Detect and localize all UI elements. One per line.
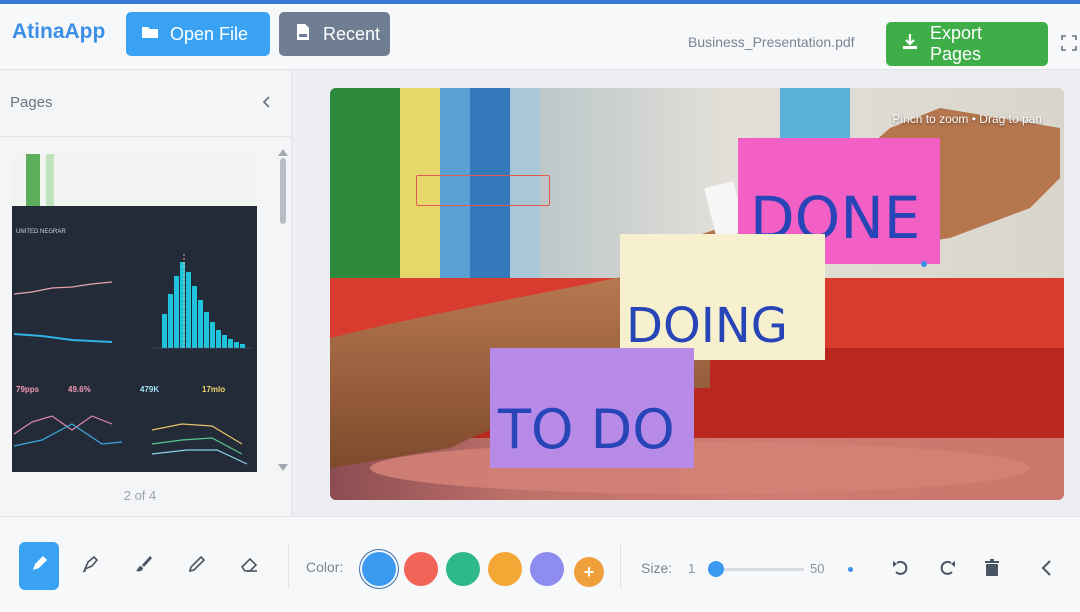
collapse-toolbar-button[interactable]: [1036, 557, 1058, 579]
canvas-area: DONE DOING TO DO Pinch to zoom • Drag to…: [292, 70, 1080, 516]
page-indicator: 2 of 4: [123, 488, 157, 503]
size-slider-knob[interactable]: [708, 561, 724, 577]
recent-label: Recent: [323, 23, 381, 44]
kpi-1: 79pps: [16, 385, 40, 394]
sidebar-scrollbar[interactable]: [276, 144, 290, 471]
color-swatch-purple[interactable]: [530, 552, 564, 586]
size-max-value: 50: [810, 561, 825, 576]
pages-sidebar: Pages UNITED NEGRAR 79pps 49.6% 479K 17m…: [0, 70, 292, 516]
brush-tool-button[interactable]: [124, 542, 164, 590]
recent-button[interactable]: Recent: [279, 12, 390, 56]
kpi-3: 479K: [140, 385, 159, 394]
scroll-down-arrow-icon[interactable]: [277, 460, 289, 471]
redo-button[interactable]: [936, 557, 958, 579]
header-bar: AtinaApp Open File Recent Business_Prese…: [0, 4, 1080, 70]
delete-button[interactable]: [981, 557, 1003, 579]
color-swatch-red[interactable]: [404, 552, 438, 586]
export-pages-label: Export Pages: [930, 23, 983, 64]
pencil-icon: [187, 554, 207, 579]
size-label: Size:: [641, 560, 673, 576]
marker-tool-button[interactable]: [70, 542, 110, 590]
note-todo-text: TO DO: [497, 398, 675, 461]
color-swatch-green[interactable]: [446, 552, 480, 586]
scroll-up-arrow-icon[interactable]: [277, 144, 289, 156]
pdf-file-icon: [293, 22, 313, 47]
redo-icon: [936, 560, 958, 583]
export-pages-button[interactable]: Export Pages: [886, 22, 1048, 66]
color-swatch-blue[interactable]: [362, 552, 396, 586]
undo-button[interactable]: [890, 557, 912, 579]
pen-tool-button[interactable]: [19, 542, 59, 590]
document-filename: Business_Presentation.pdf: [688, 34, 855, 50]
sidebar-title: Pages: [10, 94, 53, 111]
folder-icon: [140, 22, 160, 47]
thumbnail-image: UNITED NEGRAR 79pps 49.6% 479K 17mlo: [12, 154, 257, 472]
thumbnail-dashboard-title: UNITED NEGRAR: [16, 229, 66, 235]
brush-size-preview-dot: [848, 567, 853, 572]
add-color-button[interactable]: +: [574, 557, 604, 587]
collapse-sidebar-icon[interactable]: [258, 94, 274, 110]
eraser-tool-button[interactable]: [229, 542, 269, 590]
brush-icon: [134, 554, 154, 579]
toolbar-divider: [288, 543, 289, 589]
note-doing-text: DOING: [626, 298, 788, 354]
toolbar-divider: [620, 543, 621, 589]
page-thumbnail[interactable]: UNITED NEGRAR 79pps 49.6% 479K 17mlo: [12, 154, 257, 472]
kpi-2: 49.6%: [68, 385, 91, 394]
undo-icon: [890, 560, 912, 583]
drawing-toolbar: Color: + Size: 1 50: [0, 516, 1080, 612]
scrollbar-thumb[interactable]: [280, 158, 286, 224]
size-min-value: 1: [688, 561, 696, 576]
fullscreen-icon[interactable]: [1060, 34, 1078, 52]
chevron-left-icon: [1036, 560, 1058, 583]
sidebar-divider: [0, 136, 292, 137]
zoom-pan-hint: Pinch to zoom • Drag to pan: [892, 112, 1042, 126]
pencil-tool-button[interactable]: [177, 542, 217, 590]
color-swatch-orange[interactable]: [488, 552, 522, 586]
canvas-photo: DONE DOING TO DO: [330, 88, 1064, 500]
app-brand: AtinaApp: [12, 20, 106, 43]
photo-canvas[interactable]: DONE DOING TO DO Pinch to zoom • Drag to…: [330, 88, 1064, 500]
open-file-label: Open File: [170, 23, 249, 44]
color-label: Color:: [306, 559, 344, 575]
download-icon: [900, 32, 920, 57]
size-slider-track[interactable]: [714, 568, 804, 571]
pen-icon: [29, 554, 49, 579]
kpi-4: 17mlo: [202, 385, 225, 394]
open-file-button[interactable]: Open File: [126, 12, 270, 56]
plus-icon: +: [583, 561, 595, 582]
marker-icon: [80, 554, 100, 579]
eraser-icon: [239, 554, 259, 579]
trash-icon: [981, 559, 1003, 583]
selection-rectangle[interactable]: [416, 175, 550, 206]
